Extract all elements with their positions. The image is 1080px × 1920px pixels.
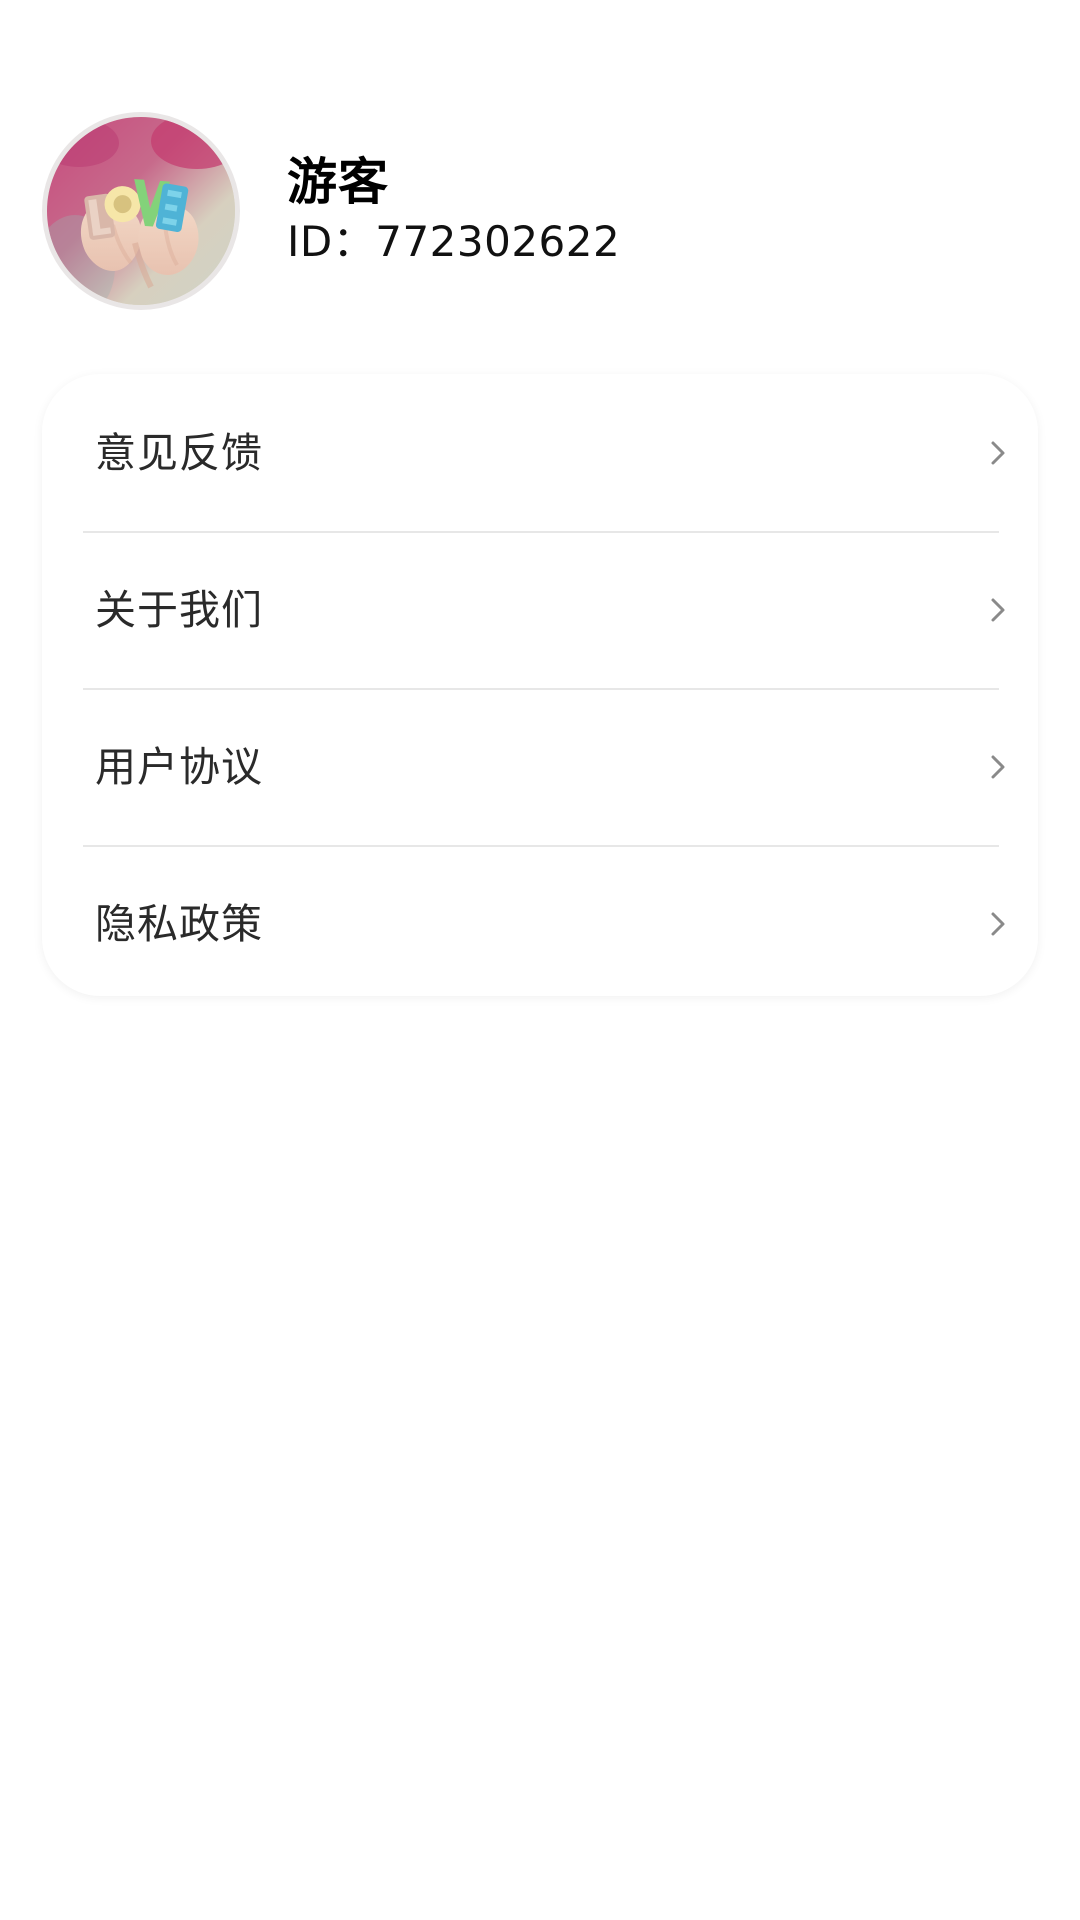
chevron-right-icon [983,752,1013,782]
user-id: ID：772302622 [287,217,621,266]
profile-header: 游客 ID：772302622 [42,112,1038,310]
menu-item-label: 意见反馈 [95,428,263,477]
menu-item-label: 关于我们 [95,585,263,634]
avatar[interactable] [42,112,240,310]
chevron-right-icon [983,595,1013,625]
menu-item-about-us[interactable]: 关于我们 [42,531,1038,688]
profile-info: 游客 ID：772302622 [287,152,620,268]
menu-item-user-agreement[interactable]: 用户协议 [42,688,1038,845]
settings-menu-card: 意见反馈 关于我们 用户协议 隐私政策 [42,374,1038,996]
chevron-right-icon [983,438,1013,468]
menu-item-privacy-policy[interactable]: 隐私政策 [42,845,1038,996]
username: 游客 [287,153,389,211]
menu-item-label: 用户协议 [95,742,263,791]
menu-item-label: 隐私政策 [95,899,263,948]
menu-item-feedback[interactable]: 意见反馈 [42,374,1038,531]
chevron-right-icon [983,909,1013,939]
